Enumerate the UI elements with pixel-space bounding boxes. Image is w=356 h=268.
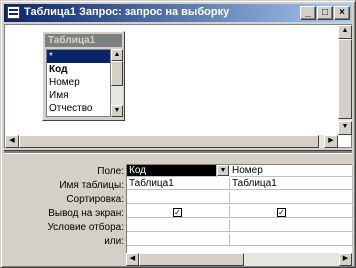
design-grid-pane: Поле: Имя таблицы: Сортировка: Вывод на … bbox=[4, 156, 353, 266]
grid-cell-or-2[interactable] bbox=[230, 234, 353, 246]
field-list[interactable]: * Код Номер Имя Отчество bbox=[46, 49, 111, 117]
maximize-button[interactable]: □ bbox=[317, 6, 333, 20]
field-item-imya[interactable]: Имя bbox=[47, 89, 110, 102]
grid-cell-field-2[interactable]: Номер bbox=[230, 165, 353, 177]
query-designer-window: Таблица1 Запрос: запрос на выборку _ □ ×… bbox=[0, 0, 356, 268]
grid-cell-criteria-2[interactable] bbox=[230, 220, 353, 232]
row-label-show: Вывод на экран: bbox=[48, 208, 124, 219]
row-label-table: Имя таблицы: bbox=[59, 180, 124, 191]
scroll-thumb[interactable] bbox=[139, 253, 244, 266]
chevron-down-icon[interactable]: ▼ bbox=[217, 165, 229, 176]
scroll-up-icon[interactable]: ▲ bbox=[111, 49, 123, 61]
scroll-right-icon[interactable]: ▶ bbox=[339, 253, 352, 266]
row-label-or: или: bbox=[104, 236, 124, 247]
show-checkbox-2[interactable]: ✓ bbox=[277, 208, 286, 217]
design-grid-hscroll[interactable]: ◀ ▶ bbox=[126, 253, 352, 266]
scroll-thumb[interactable] bbox=[111, 61, 123, 86]
scroll-down-icon[interactable]: ▼ bbox=[338, 121, 352, 135]
table-pane-hscroll[interactable]: ◀ ▶ bbox=[5, 135, 338, 148]
grid-cell-sort-1[interactable] bbox=[127, 192, 230, 204]
title-bar[interactable]: Таблица1 Запрос: запрос на выборку _ □ × bbox=[4, 4, 352, 22]
grid-cell-table-1[interactable]: Таблица1 bbox=[127, 178, 230, 190]
grid-cell-show-2[interactable] bbox=[230, 206, 353, 218]
field-item-kod[interactable]: Код bbox=[47, 63, 110, 76]
table-pane-vscroll[interactable]: ▲ ▼ bbox=[338, 25, 352, 135]
grid-cell-table-2[interactable]: Таблица1 bbox=[230, 178, 353, 190]
grid-cell-field-1[interactable]: Код bbox=[127, 165, 217, 177]
minimize-button[interactable]: _ bbox=[300, 6, 316, 20]
row-label-criteria: Условие отбора: bbox=[47, 222, 124, 233]
query-icon bbox=[7, 6, 20, 19]
grid-cell-criteria-1[interactable] bbox=[127, 220, 230, 232]
field-item-otchestvo[interactable]: Отчество bbox=[47, 102, 110, 115]
row-label-field: Поле: bbox=[97, 166, 124, 177]
pane-splitter[interactable] bbox=[4, 150, 352, 154]
scroll-right-icon[interactable]: ▶ bbox=[324, 135, 338, 148]
scroll-up-icon[interactable]: ▲ bbox=[338, 25, 352, 39]
field-item-all[interactable]: * bbox=[47, 50, 110, 63]
field-list-title[interactable]: Таблица1 bbox=[45, 34, 122, 47]
scroll-left-icon[interactable]: ◀ bbox=[126, 253, 139, 266]
table-pane[interactable]: Таблица1 * Код Номер Имя Отчество ▲ ▼ ▲ … bbox=[4, 24, 352, 148]
scroll-thumb[interactable] bbox=[19, 135, 319, 148]
show-checkbox-1[interactable]: ✓ bbox=[173, 208, 182, 217]
grid-cell-field-1-value: Код bbox=[129, 165, 147, 176]
field-list-scrollbar[interactable]: ▲ ▼ bbox=[111, 49, 123, 117]
field-item-nomer[interactable]: Номер bbox=[47, 76, 110, 89]
grid-cell-or-1[interactable] bbox=[127, 234, 230, 246]
close-button[interactable]: × bbox=[334, 6, 350, 20]
design-grid[interactable]: Код ▼ Таблица1 ✓ Номер Таблица1 ✓ bbox=[126, 164, 353, 253]
scroll-left-icon[interactable]: ◀ bbox=[5, 135, 19, 148]
window-title: Таблица1 Запрос: запрос на выборку bbox=[24, 6, 230, 18]
scroll-down-icon[interactable]: ▼ bbox=[111, 105, 123, 117]
field-list-window[interactable]: Таблица1 * Код Номер Имя Отчество ▲ ▼ bbox=[42, 31, 125, 121]
row-label-sort: Сортировка: bbox=[66, 194, 124, 205]
grid-cell-sort-2[interactable] bbox=[230, 192, 353, 204]
scroll-thumb[interactable] bbox=[338, 39, 352, 119]
